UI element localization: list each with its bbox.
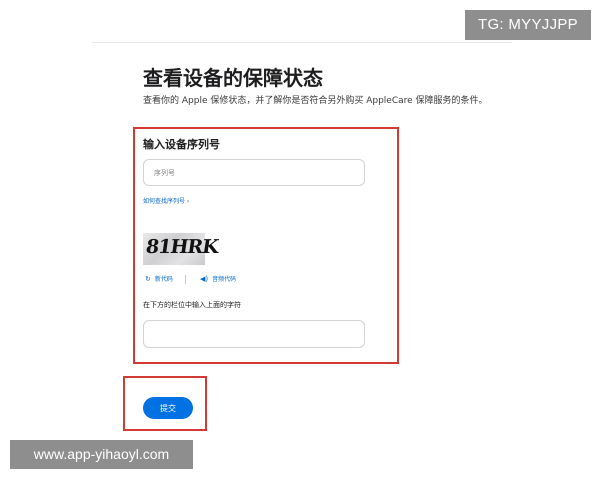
speaker-icon: ◀)	[200, 275, 209, 283]
captcha-input[interactable]	[143, 320, 365, 348]
captcha-image: 81HRK	[143, 233, 219, 265]
captcha-prompt: 在下方的栏位中输入上面的字符	[143, 301, 241, 309]
audio-code-button[interactable]: ◀) 音频代码	[200, 274, 236, 283]
find-serial-link[interactable]: 如何查找序列号 ›	[143, 196, 189, 205]
page-subtitle: 查看你的 Apple 保修状态，并了解你是否符合另外购买 AppleCare 保…	[143, 96, 488, 106]
site-watermark: www.app-yihaoyl.com	[10, 440, 193, 469]
captcha-text: 81HRK	[144, 236, 220, 258]
audio-code-label: 音频代码	[212, 276, 237, 283]
serial-number-input[interactable]	[143, 159, 365, 186]
refresh-code-button[interactable]: ↻ 新代码	[145, 274, 173, 283]
refresh-code-label: 新代码	[154, 276, 173, 283]
page-title: 查看设备的保障状态	[143, 66, 323, 90]
submit-button[interactable]: 提交	[143, 397, 193, 419]
serial-section-title: 输入设备序列号	[143, 138, 220, 151]
refresh-icon: ↻	[145, 275, 151, 283]
telegram-watermark: TG: MYYJJPP	[465, 10, 591, 40]
top-divider	[92, 42, 512, 43]
captcha-actions-divider	[185, 275, 186, 284]
